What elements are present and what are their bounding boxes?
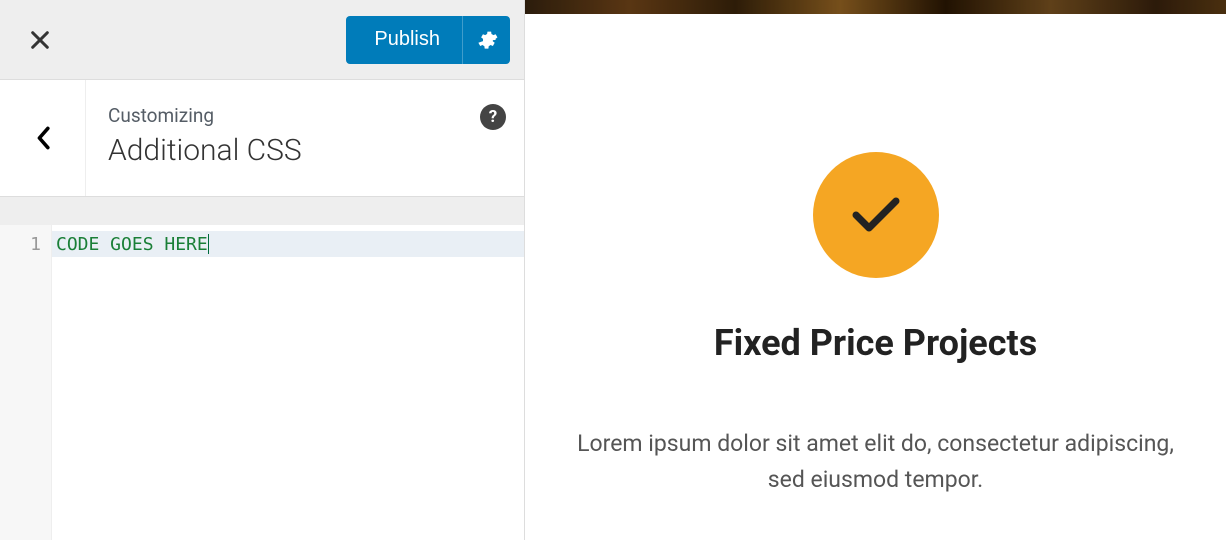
- text-cursor: [208, 234, 209, 254]
- publish-button[interactable]: Publish: [346, 16, 462, 64]
- section-header: Customizing Additional CSS ?: [0, 80, 524, 197]
- site-preview: Fixed Price Projects Lorem ipsum dolor s…: [525, 0, 1226, 540]
- line-number: 1: [0, 231, 51, 257]
- css-editor[interactable]: 1 CODE GOES HERE: [0, 225, 524, 540]
- code-area[interactable]: CODE GOES HERE: [52, 225, 524, 540]
- publish-settings-button[interactable]: [462, 16, 510, 64]
- back-button[interactable]: [0, 80, 86, 196]
- customizer-sidebar: Publish Customizing Additional CSS ? 1 C…: [0, 0, 525, 540]
- feature-description: Lorem ipsum dolor sit amet elit do, cons…: [576, 426, 1176, 497]
- code-line[interactable]: CODE GOES HERE: [52, 231, 524, 257]
- feature-title: Fixed Price Projects: [714, 322, 1037, 364]
- publish-group: Publish: [346, 16, 510, 64]
- preview-content: Fixed Price Projects Lorem ipsum dolor s…: [525, 14, 1226, 540]
- close-icon: [29, 29, 51, 51]
- close-button[interactable]: [0, 0, 80, 80]
- chevron-left-icon: [35, 126, 51, 150]
- feature-icon-circle: [813, 152, 939, 278]
- hero-image-strip: [525, 0, 1226, 14]
- spacer: [0, 197, 524, 225]
- customizer-topbar: Publish: [0, 0, 524, 80]
- check-icon: [852, 195, 900, 235]
- line-number-gutter: 1: [0, 225, 52, 540]
- help-button[interactable]: ?: [480, 104, 506, 130]
- panel-title: Additional CSS: [108, 133, 504, 168]
- code-text: CODE GOES HERE: [56, 234, 208, 255]
- breadcrumb: Customizing: [108, 104, 504, 127]
- section-titles: Customizing Additional CSS ?: [86, 80, 524, 196]
- gear-icon: [476, 29, 498, 51]
